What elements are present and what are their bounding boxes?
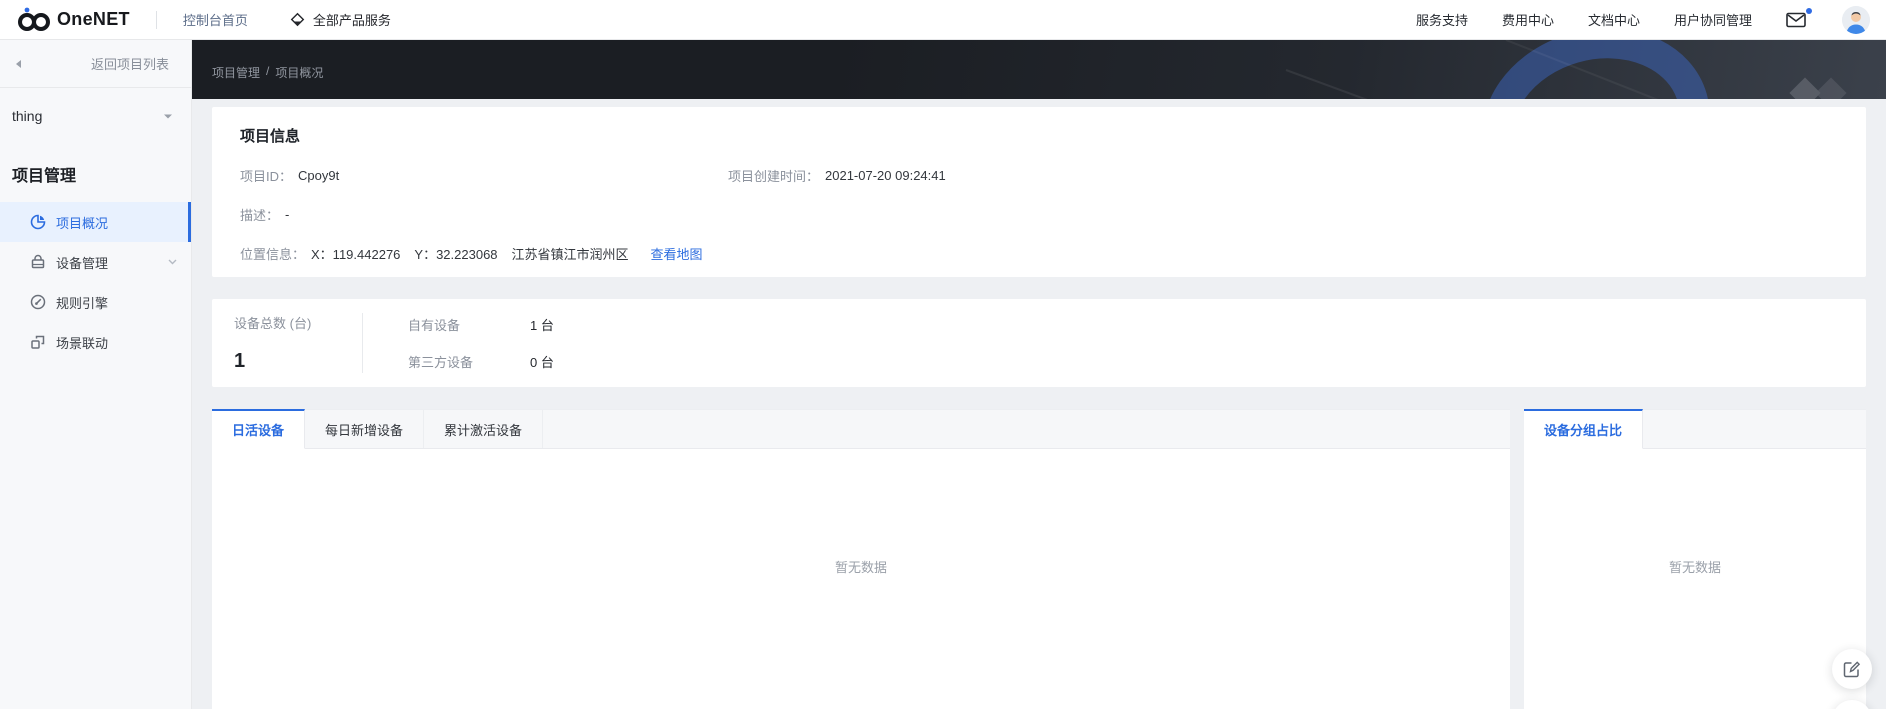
- nav-link-docs-center[interactable]: 文档中心: [1588, 10, 1640, 29]
- own-devices-row: 自有设备 1 台: [408, 315, 554, 334]
- breadcrumb-section[interactable]: 项目管理: [212, 64, 260, 81]
- nav-all-products[interactable]: 全部产品服务: [290, 10, 391, 29]
- location-x-value: X：119.442276: [311, 247, 401, 262]
- device-total-value: 1: [234, 350, 246, 372]
- diamond-icon: [290, 12, 305, 27]
- location-region: 江苏省镇江市润州区: [511, 247, 629, 262]
- created-time-label: 项目创建时间：: [728, 169, 820, 184]
- breadcrumb: 项目管理 / 项目概况: [212, 64, 1886, 81]
- page-title: thing: [212, 97, 278, 99]
- tab-total-activated-devices[interactable]: 累计激活设备: [424, 410, 544, 448]
- charts-row: 日活设备 每日新增设备 累计激活设备 暂无数据 设备分组占比 暂无数据: [212, 409, 1866, 709]
- device-activity-panel: 日活设备 每日新增设备 累计激活设备 暂无数据: [212, 409, 1510, 709]
- navbar-left: OneNET 控制台首页 全部产品服务: [16, 7, 391, 33]
- scene-link-icon: [30, 334, 46, 350]
- tab-daily-active-devices[interactable]: 日活设备: [212, 409, 306, 449]
- logo-text: OneNET: [57, 9, 130, 29]
- sidebar-item-device-management[interactable]: 设备管理: [0, 242, 191, 282]
- created-time-value: 2021-07-20 09:24:41: [825, 168, 946, 183]
- hero-title-row: thing 智能家居: [212, 97, 1886, 99]
- pie-chart-icon: [30, 214, 46, 230]
- unread-badge-dot: [1806, 7, 1812, 14]
- empty-data-text: 暂无数据: [1668, 560, 1721, 575]
- content-area: 项目信息 项目ID： Cpoy9t 项目创建时间： 2021-07-20 09:…: [192, 99, 1886, 709]
- nav-all-products-label: 全部产品服务: [312, 13, 391, 28]
- stats-divider: [362, 313, 363, 373]
- sidebar: 返回项目列表 thing 项目管理 项目概况 设备管理 规则引擎 场景联动: [0, 40, 192, 709]
- own-devices-label: 自有设备: [408, 318, 461, 333]
- project-info-card: 项目信息 项目ID： Cpoy9t 项目创建时间： 2021-07-20 09:…: [212, 107, 1866, 277]
- tab-bar-filler: [1643, 410, 1866, 448]
- edit-pencil-icon: [1843, 660, 1861, 678]
- activity-chart-area: 暂无数据: [212, 449, 1510, 709]
- activity-tab-bar: 日活设备 每日新增设备 累计激活设备: [212, 409, 1510, 449]
- back-label: 返回项目列表: [90, 57, 169, 72]
- device-icon: [30, 254, 46, 270]
- device-group-panel: 设备分组占比 暂无数据: [1524, 409, 1866, 709]
- device-total-label: 设备总数 (台): [234, 316, 312, 331]
- tab-device-group-ratio[interactable]: 设备分组占比: [1524, 409, 1644, 449]
- feedback-edit-button[interactable]: [1832, 649, 1872, 689]
- description-label: 描述：: [240, 208, 280, 223]
- chevron-down-icon: [168, 259, 177, 265]
- project-info-title: 项目信息: [240, 128, 301, 145]
- messages-button[interactable]: [1786, 7, 1812, 29]
- device-total-block: 设备总数 (台) 1: [234, 313, 362, 373]
- own-devices-value: 1 台: [530, 318, 554, 333]
- tab-daily-new-devices[interactable]: 每日新增设备: [305, 410, 425, 448]
- nav-divider: [155, 10, 157, 29]
- sidebar-item-scene-linkage[interactable]: 场景联动: [0, 322, 191, 362]
- hero-banner: 项目管理 / 项目概况 thing 智能家居 项目概况展示项目基础信息及项目资源…: [192, 40, 1886, 99]
- created-time-field: 项目创建时间： 2021-07-20 09:24:41: [728, 166, 946, 185]
- tab-bar-filler: [543, 410, 1510, 448]
- onenet-logo-icon: [16, 7, 52, 33]
- back-to-project-list[interactable]: 返回项目列表: [0, 40, 191, 88]
- user-avatar[interactable]: [1842, 5, 1870, 34]
- third-party-devices-value: 0 台: [530, 355, 554, 370]
- nav-link-user-collaboration[interactable]: 用户协同管理: [1674, 10, 1752, 29]
- project-selector[interactable]: thing: [0, 88, 191, 144]
- breadcrumb-current: 项目概况: [275, 66, 324, 80]
- project-id-field: 项目ID： Cpoy9t: [240, 166, 728, 185]
- description-field: 描述： -: [240, 205, 289, 224]
- nav-link-billing-center[interactable]: 费用中心: [1502, 10, 1554, 29]
- third-party-devices-label: 第三方设备: [408, 355, 474, 370]
- location-y-value: Y：32.223068: [414, 247, 498, 262]
- empty-data-text: 暂无数据: [834, 560, 887, 575]
- mail-icon: [1786, 12, 1806, 28]
- description-value: -: [285, 207, 290, 222]
- group-tab-bar: 设备分组占比: [1524, 409, 1866, 449]
- device-breakdown: 自有设备 1 台 第三方设备 0 台: [408, 313, 554, 373]
- group-chart-area: 暂无数据: [1524, 449, 1866, 709]
- sidebar-section-title: 项目管理: [12, 168, 77, 185]
- back-arrow-icon: [14, 59, 22, 69]
- info-row-2: 描述： -: [240, 205, 1838, 224]
- project-selector-value: thing: [12, 108, 43, 124]
- nav-link-service-support[interactable]: 服务支持: [1416, 10, 1468, 29]
- project-id-value: Cpoy9t: [298, 168, 340, 183]
- gauge-icon: [30, 294, 46, 310]
- sidebar-item-label: 场景联动: [56, 335, 109, 351]
- main-area: 项目管理 / 项目概况 thing 智能家居 项目概况展示项目基础信息及项目资源…: [192, 40, 1886, 709]
- onenet-logo[interactable]: OneNET: [16, 7, 130, 33]
- top-navbar: OneNET 控制台首页 全部产品服务 服务支持 费用中心 文档中心 用户协同管…: [0, 0, 1886, 40]
- info-row-1: 项目ID： Cpoy9t 项目创建时间： 2021-07-20 09:24:41: [240, 166, 1838, 185]
- sidebar-item-label: 规则引擎: [56, 295, 109, 311]
- breadcrumb-separator: /: [266, 64, 270, 78]
- device-stats-card: 设备总数 (台) 1 自有设备 1 台 第三方设备 0 台: [212, 299, 1866, 387]
- navbar-right: 服务支持 费用中心 文档中心 用户协同管理: [1416, 5, 1870, 34]
- sidebar-item-rule-engine[interactable]: 规则引擎: [0, 282, 191, 322]
- nav-link-console-home[interactable]: 控制台首页: [183, 10, 248, 29]
- app-body: 返回项目列表 thing 项目管理 项目概况 设备管理 规则引擎 场景联动 项目…: [0, 40, 1886, 709]
- sidebar-item-label: 设备管理: [56, 255, 109, 271]
- sidebar-item-label: 项目概况: [56, 215, 109, 231]
- view-map-link[interactable]: 查看地图: [651, 244, 703, 263]
- project-id-label: 项目ID：: [240, 169, 293, 184]
- chevron-down-icon: [163, 113, 173, 120]
- sidebar-item-project-overview[interactable]: 项目概况: [0, 202, 191, 242]
- location-label: 位置信息：: [240, 247, 306, 262]
- info-row-3: 位置信息： X：119.442276 Y：32.223068 江苏省镇江市润州区…: [240, 244, 1838, 263]
- third-party-devices-row: 第三方设备 0 台: [408, 352, 554, 371]
